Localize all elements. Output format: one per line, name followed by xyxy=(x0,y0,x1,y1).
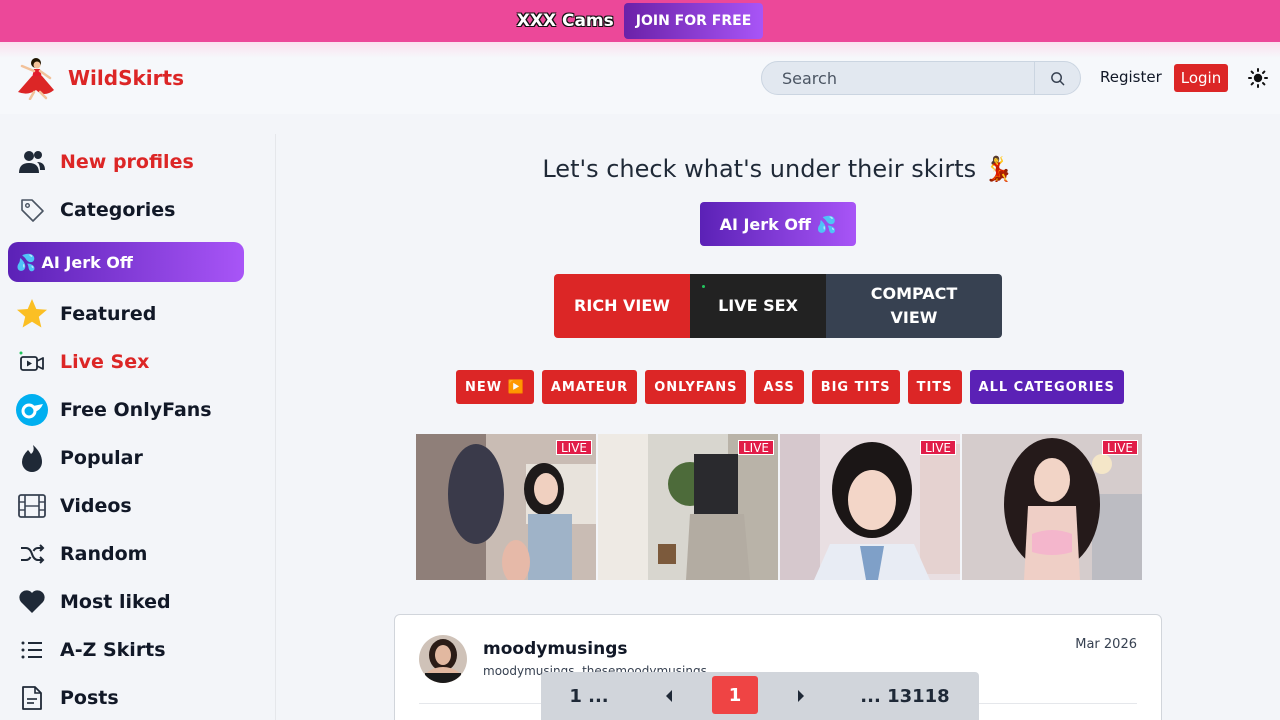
category-tags: NEW ▶️ AMATEUR ONLYFANS ASS BIG TITS TIT… xyxy=(456,370,1124,404)
sidebar-item-label: Popular xyxy=(60,447,143,469)
tag-icon xyxy=(16,194,48,226)
list-icon xyxy=(16,634,48,666)
promo-banner: XXX Cams JOIN FOR FREE xyxy=(0,0,1280,42)
search-button[interactable] xyxy=(1034,62,1080,94)
live-thumbnails: LIVE LIVE LIVE LIVE xyxy=(416,434,1142,580)
sidebar-item-label: Featured xyxy=(60,303,157,325)
sidebar-item-ai-jerk-off[interactable]: 💦 AI Jerk Off xyxy=(8,242,244,282)
flame-icon xyxy=(16,442,48,474)
category-onlyfans[interactable]: ONLYFANS xyxy=(645,370,747,404)
prev-page-button[interactable] xyxy=(653,672,685,720)
star-icon xyxy=(16,298,48,330)
sidebar-item-live-sex[interactable]: Live Sex xyxy=(16,344,149,380)
profile-date: Mar 2026 xyxy=(1075,637,1137,652)
site-header: WildSkirts Register Login xyxy=(0,42,1280,114)
search-box xyxy=(761,61,1081,95)
live-sex-view-label: LIVE SEX xyxy=(718,296,798,315)
login-button[interactable]: Login xyxy=(1174,64,1228,92)
compact-view-button[interactable]: COMPACT VIEW xyxy=(826,274,1002,338)
sidebar-item-label: Free OnlyFans xyxy=(60,399,212,421)
dancer-icon xyxy=(18,58,54,100)
sidebar-item-a-z-skirts[interactable]: A-Z Skirts xyxy=(16,632,166,668)
site-logo[interactable]: WildSkirts xyxy=(14,56,184,100)
onlyfans-icon xyxy=(16,394,48,426)
users-icon xyxy=(16,146,48,178)
compact-view-label: COMPACT VIEW xyxy=(870,284,958,327)
sidebar-item-label: Random xyxy=(60,543,148,565)
category-ass[interactable]: ASS xyxy=(754,370,804,404)
sun-icon[interactable] xyxy=(1248,68,1268,88)
chevron-right-icon xyxy=(798,690,804,702)
sidebar-item-posts[interactable]: Posts xyxy=(16,680,119,716)
search-input[interactable] xyxy=(762,62,1034,94)
shuffle-icon xyxy=(16,538,48,570)
live-badge: LIVE xyxy=(1101,440,1138,455)
live-badge: LIVE xyxy=(919,440,956,455)
sidebar-item-free-onlyfans[interactable]: Free OnlyFans xyxy=(16,392,212,428)
heart-icon xyxy=(16,586,48,618)
live-badge: LIVE xyxy=(737,440,774,455)
first-page-button[interactable]: 1 ... xyxy=(565,672,613,720)
last-page-button[interactable]: ... 13118 xyxy=(857,672,953,720)
promo-title[interactable]: XXX Cams xyxy=(517,11,614,31)
logo-text: WildSkirts xyxy=(68,66,184,90)
join-for-free-button[interactable]: JOIN FOR FREE xyxy=(623,3,764,39)
sidebar-item-label: Most liked xyxy=(60,591,171,613)
rich-view-button[interactable]: RICH VIEW xyxy=(554,274,690,338)
category-all-categories[interactable]: ALL CATEGORIES xyxy=(969,370,1124,404)
avatar[interactable] xyxy=(419,635,467,683)
pagination: 1 ... 1 ... 13118 xyxy=(541,672,979,720)
current-page[interactable]: 1 xyxy=(712,676,758,714)
document-icon xyxy=(16,682,48,714)
live-indicator-dot xyxy=(702,285,705,288)
live-thumbnail[interactable]: LIVE xyxy=(962,434,1142,580)
search-icon xyxy=(1051,71,1065,85)
next-page-button[interactable] xyxy=(785,672,817,720)
sidebar-item-label: Categories xyxy=(60,199,176,221)
sidebar-item-featured[interactable]: Featured xyxy=(16,296,156,332)
category-big-tits[interactable]: BIG TITS xyxy=(811,370,900,404)
sidebar-item-random[interactable]: Random xyxy=(16,536,147,572)
live-thumbnail[interactable]: LIVE xyxy=(416,434,596,580)
video-camera-icon xyxy=(16,346,48,378)
sidebar-item-popular[interactable]: Popular xyxy=(16,440,143,476)
category-new[interactable]: NEW ▶️ xyxy=(456,370,534,404)
sidebar-item-label: New profiles xyxy=(60,151,194,173)
category-tits[interactable]: TITS xyxy=(907,370,962,404)
sidebar-item-label: 💦 AI Jerk Off xyxy=(16,252,133,272)
sidebar-item-label: A-Z Skirts xyxy=(60,639,166,661)
sidebar: New profiles Categories 💦 AI Jerk Off Fe… xyxy=(0,134,276,720)
category-amateur[interactable]: AMATEUR xyxy=(541,370,638,404)
sidebar-item-videos[interactable]: Videos xyxy=(16,488,132,524)
profile-name[interactable]: moodymusings xyxy=(483,639,627,659)
chevron-left-icon xyxy=(666,690,672,702)
live-sex-view-button[interactable]: LIVE SEX xyxy=(690,274,826,338)
page-headline: Let's check what's under their skirts 💃 xyxy=(542,155,1014,183)
sidebar-item-most-liked[interactable]: Most liked xyxy=(16,584,171,620)
live-thumbnail[interactable]: LIVE xyxy=(780,434,960,580)
live-badge: LIVE xyxy=(555,440,592,455)
view-toggle: RICH VIEW LIVE SEX COMPACT VIEW xyxy=(554,274,1002,338)
sidebar-item-label: Videos xyxy=(60,495,132,517)
film-icon xyxy=(16,490,48,522)
register-link[interactable]: Register xyxy=(1100,68,1162,86)
ai-jerk-off-button[interactable]: AI Jerk Off 💦 xyxy=(700,202,856,246)
sidebar-item-new-profiles[interactable]: New profiles xyxy=(16,144,194,180)
live-thumbnail[interactable]: LIVE xyxy=(598,434,778,580)
sidebar-item-label: Live Sex xyxy=(60,351,150,373)
sidebar-item-label: Posts xyxy=(60,687,119,709)
sidebar-item-categories[interactable]: Categories xyxy=(16,192,175,228)
